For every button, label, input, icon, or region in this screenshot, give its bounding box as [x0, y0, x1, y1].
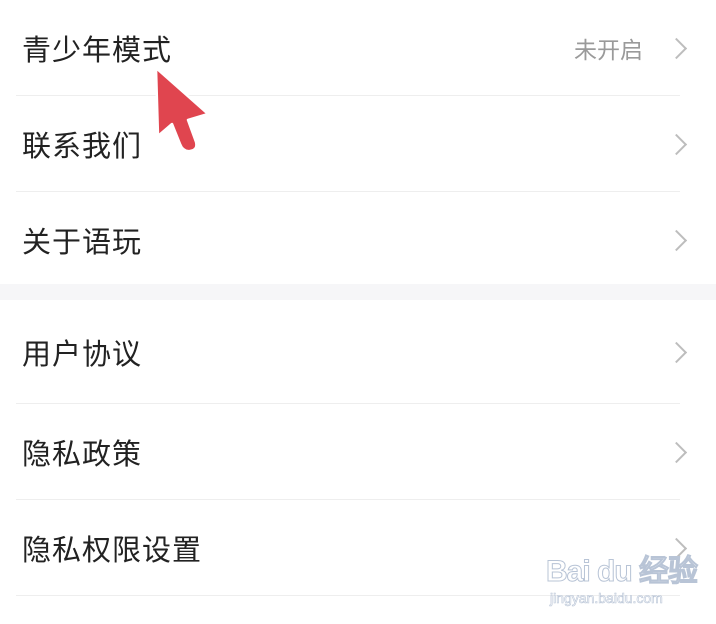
privacy-policy-label: 隐私政策 — [22, 437, 143, 471]
chevron-right-icon — [665, 441, 688, 463]
user-agreement-label: 用户协议 — [22, 337, 143, 371]
teen-mode-status: 未开启 — [574, 38, 643, 64]
about-label: 关于语玩 — [22, 225, 143, 259]
baidu-jingyan-watermark: Bai du 经验 jingyan.baidu.com — [545, 546, 698, 612]
about-row[interactable]: 关于语玩 — [0, 192, 716, 288]
teen-mode-label: 青少年模式 — [22, 33, 173, 67]
chevron-right-icon — [665, 229, 688, 251]
chevron-right-icon — [665, 37, 688, 59]
contact-us-row[interactable]: 联系我们 — [0, 96, 716, 192]
watermark-brand: Bai du 经验 — [545, 555, 698, 589]
contact-us-label: 联系我们 — [22, 129, 143, 163]
chevron-right-icon — [665, 133, 688, 155]
privacy-policy-row[interactable]: 隐私政策 — [0, 404, 716, 500]
watermark-url: jingyan.baidu.com — [550, 590, 663, 607]
mouse-pointer-icon — [154, 66, 210, 153]
section-separator — [0, 284, 716, 300]
chevron-right-icon — [665, 341, 688, 363]
user-agreement-row[interactable]: 用户协议 — [0, 300, 716, 404]
teen-mode-row[interactable]: 青少年模式 未开启 — [0, 0, 716, 96]
settings-screen: 青少年模式 未开启 联系我们 关于语玩 用户协议 隐私政策 隐私权限设置 Bai… — [0, 0, 716, 624]
settings-group-general: 青少年模式 未开启 联系我们 关于语玩 — [0, 0, 716, 284]
